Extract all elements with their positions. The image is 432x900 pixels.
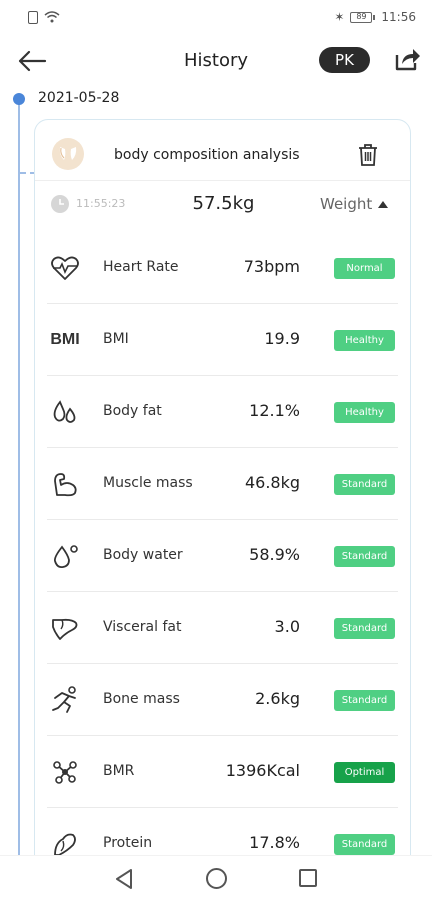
card-title: body composition analysis (114, 147, 300, 163)
status-badge[interactable]: Standard (334, 618, 395, 639)
status-badge[interactable]: Standard (334, 546, 395, 567)
metric-name: Body fat (103, 403, 162, 419)
card-header: body composition analysis (35, 120, 410, 180)
caret-up-icon (378, 200, 389, 208)
metric-row-muscle-mass[interactable]: Muscle mass 46.8kg Standard (35, 448, 410, 520)
delete-button[interactable] (355, 141, 381, 169)
wifi-icon (44, 11, 60, 23)
share-icon (395, 49, 420, 71)
metric-row-bmr[interactable]: BMR 1396Kcal Optimal (35, 736, 410, 808)
bmi-icon: BMI (50, 331, 80, 348)
status-badge[interactable]: Standard (334, 690, 395, 711)
share-button[interactable] (390, 42, 424, 76)
metric-value: 58.9% (249, 545, 300, 564)
timeline-line (18, 100, 20, 860)
timeline-dot (13, 93, 25, 105)
status-badge[interactable]: Standard (334, 834, 395, 855)
nav-home-icon[interactable] (206, 868, 227, 889)
scale-avatar-icon (52, 138, 84, 170)
metric-name: Muscle mass (103, 475, 193, 491)
body-fat-icon (49, 398, 81, 426)
metric-row-bone-mass[interactable]: Bone mass 2.6kg Standard (35, 664, 410, 736)
top-bar: History PK (0, 38, 432, 84)
metric-name: BMI (103, 331, 129, 347)
weight-toggle-label: Weight (320, 195, 373, 213)
battery-level: 89 (350, 11, 373, 23)
metric-row-visceral-fat[interactable]: Visceral fat 3.0 Standard (35, 592, 410, 664)
metric-name: Protein (103, 835, 153, 851)
status-badge[interactable]: Healthy (334, 402, 395, 423)
status-badge[interactable]: Normal (334, 258, 395, 279)
nav-recent-apps-icon[interactable] (299, 869, 317, 887)
metric-value: 46.8kg (244, 473, 300, 492)
protein-icon (49, 830, 81, 858)
metric-name: BMR (103, 763, 135, 779)
system-nav-bar (0, 855, 432, 900)
nav-back-icon[interactable] (114, 868, 134, 890)
bluetooth-icon: ✶ (334, 10, 345, 24)
status-badge[interactable]: Healthy (334, 330, 395, 351)
metric-name: Visceral fat (103, 619, 182, 635)
history-record-card: body composition analysis 11:55:23 57.5k… (34, 119, 411, 879)
metric-name: Heart Rate (103, 259, 179, 275)
bmr-icon (49, 758, 81, 786)
metric-name: Body water (103, 547, 183, 563)
header-divider (35, 180, 410, 181)
sim-card-icon (28, 10, 38, 24)
trash-icon (359, 144, 377, 166)
metric-value: 1396Kcal (225, 761, 300, 780)
metric-value: 2.6kg (255, 689, 300, 708)
record-date: 2021-05-28 (38, 90, 120, 106)
metric-value: 17.8% (249, 833, 300, 852)
metric-row-heart-rate[interactable]: Heart Rate 73bpm Normal (35, 232, 410, 304)
visceral-fat-icon (49, 614, 81, 642)
metric-value: 12.1% (249, 401, 300, 420)
metric-row-bmi[interactable]: BMI BMI 19.9 Healthy (35, 304, 410, 376)
status-badge[interactable]: Standard (334, 474, 395, 495)
status-time: 11:56 (381, 10, 416, 24)
status-badge[interactable]: Optimal (334, 762, 395, 783)
metric-value: 73bpm (243, 257, 300, 276)
status-right: ✶ 89 11:56 (334, 10, 416, 24)
bone-icon (49, 686, 81, 714)
weight-summary-row: 11:55:23 57.5kg Weight (35, 186, 410, 222)
muscle-icon (49, 470, 81, 498)
weight-toggle[interactable]: Weight (320, 195, 389, 213)
metric-row-body-water[interactable]: Body water 58.9% Standard (35, 520, 410, 592)
status-left (28, 10, 60, 24)
metric-row-body-fat[interactable]: Body fat 12.1% Healthy (35, 376, 410, 448)
metric-value: 3.0 (274, 617, 300, 636)
battery-icon: 89 (350, 11, 376, 23)
status-bar: ✶ 89 11:56 (0, 0, 432, 34)
pk-button[interactable]: PK (319, 47, 370, 73)
water-drop-icon (49, 542, 81, 570)
metric-value: 19.9 (264, 329, 300, 348)
metric-name: Bone mass (103, 691, 180, 707)
heart-rate-icon (49, 254, 81, 282)
